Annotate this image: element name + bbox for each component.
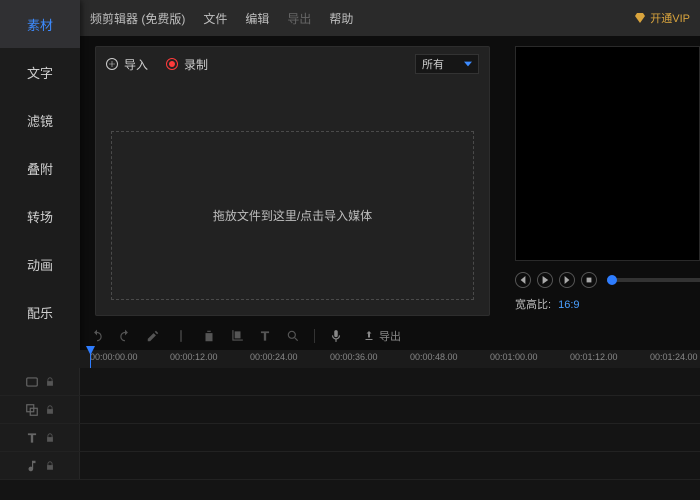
menu-export[interactable]: 导出	[287, 10, 311, 27]
record-button[interactable]: 录制	[166, 56, 208, 73]
prev-frame-button[interactable]	[515, 272, 531, 288]
sidebar-item-transition[interactable]: 转场	[0, 192, 80, 240]
sidebar-item-music[interactable]: 配乐	[0, 288, 80, 336]
scrubber-handle[interactable]	[607, 275, 617, 285]
sidebar-item-media[interactable]: 素材	[0, 0, 80, 48]
zoom-icon[interactable]	[286, 329, 300, 343]
record-label: 录制	[184, 56, 208, 73]
timeline-area	[0, 368, 700, 500]
timeline-ruler[interactable]: 00:00:00.00 00:00:12.00 00:00:24.00 00:0…	[80, 350, 700, 368]
stop-button[interactable]	[581, 272, 597, 288]
undo-icon[interactable]	[90, 329, 104, 343]
redo-icon[interactable]	[118, 329, 132, 343]
aspect-label: 宽高比:	[515, 299, 551, 311]
ruler-tick: 00:00:24.00	[250, 352, 298, 362]
aspect-value[interactable]: 16:9	[558, 299, 579, 311]
import-toolbar: 导入 录制 所有	[96, 47, 489, 81]
sidebar-item-text[interactable]: 文字	[0, 48, 80, 96]
play-button[interactable]	[537, 272, 553, 288]
audio-track[interactable]	[0, 452, 700, 480]
ruler-tick: 00:00:12.00	[170, 352, 218, 362]
top-menu-bar: 频剪辑器 (免费版) 文件 编辑 导出 帮助 开通VIP	[80, 0, 700, 36]
divider	[314, 329, 315, 343]
text-icon[interactable]	[258, 329, 272, 343]
lock-icon	[45, 377, 55, 387]
sidebar-item-overlay[interactable]: 叠附	[0, 144, 80, 192]
edit-icon[interactable]	[146, 329, 160, 343]
delete-icon[interactable]	[202, 329, 216, 343]
ruler-tick: 00:01:24.00	[650, 352, 698, 362]
import-icon	[106, 58, 118, 70]
video-track[interactable]	[0, 368, 700, 396]
video-track-head[interactable]	[0, 368, 80, 395]
app-title-suffix: 频剪辑器 (免费版)	[90, 10, 185, 27]
timeline-toolstrip: 导出	[80, 324, 700, 348]
vip-button[interactable]: 开通VIP	[634, 10, 690, 26]
audio-track-head[interactable]	[0, 452, 80, 479]
overlay-track-icon	[25, 403, 39, 417]
sidebar-label: 动画	[27, 255, 53, 274]
ruler-tick: 00:00:00.00	[90, 352, 138, 362]
ruler-tick: 00:01:12.00	[570, 352, 618, 362]
menu-file[interactable]: 文件	[203, 10, 227, 27]
media-drop-zone[interactable]: 拖放文件到这里/点击导入媒体	[111, 131, 474, 300]
mic-icon[interactable]	[329, 329, 343, 343]
drop-hint: 拖放文件到这里/点击导入媒体	[213, 207, 372, 224]
preview-scrubber[interactable]	[607, 278, 700, 282]
video-track-icon	[25, 375, 39, 389]
sidebar-label: 素材	[27, 15, 53, 34]
filter-value: 所有	[422, 56, 444, 72]
sidebar-label: 配乐	[27, 303, 53, 322]
import-label: 导入	[124, 56, 148, 73]
lock-icon	[45, 461, 55, 471]
sidebar-label: 转场	[27, 207, 53, 226]
split-icon[interactable]	[174, 329, 188, 343]
media-import-panel: 导入 录制 所有 拖放文件到这里/点击导入媒体	[95, 46, 490, 316]
overlay-track[interactable]	[0, 396, 700, 424]
crop-icon[interactable]	[230, 329, 244, 343]
sidebar-label: 文字	[27, 63, 53, 82]
sidebar-label: 叠附	[27, 159, 53, 178]
text-track-head[interactable]	[0, 424, 80, 451]
export-label: 导出	[379, 328, 401, 344]
preview-viewport	[515, 46, 700, 261]
ruler-tick: 00:00:48.00	[410, 352, 458, 362]
text-track[interactable]	[0, 424, 700, 452]
diamond-icon	[634, 12, 646, 24]
sidebar-label: 滤镜	[27, 111, 53, 130]
vip-label: 开通VIP	[650, 10, 690, 26]
overlay-track-head[interactable]	[0, 396, 80, 423]
ruler-tick: 00:01:00.00	[490, 352, 538, 362]
lock-icon	[45, 405, 55, 415]
menu-edit[interactable]: 编辑	[245, 10, 269, 27]
ruler-tick: 00:00:36.00	[330, 352, 378, 362]
sidebar: 素材 文字 滤镜 叠附 转场 动画 配乐	[0, 0, 80, 380]
sidebar-item-animation[interactable]: 动画	[0, 240, 80, 288]
timeline-export-button[interactable]: 导出	[363, 328, 401, 344]
export-icon	[363, 330, 375, 342]
chevron-down-icon	[464, 61, 472, 67]
next-frame-button[interactable]	[559, 272, 575, 288]
aspect-ratio: 宽高比: 16:9	[515, 296, 580, 312]
lock-icon	[45, 433, 55, 443]
music-track-icon	[25, 459, 39, 473]
import-button[interactable]: 导入	[106, 56, 148, 73]
sidebar-item-filter[interactable]: 滤镜	[0, 96, 80, 144]
menu-help[interactable]: 帮助	[329, 10, 353, 27]
transport-controls	[515, 268, 700, 292]
record-icon	[166, 58, 178, 70]
media-filter-select[interactable]: 所有	[415, 54, 479, 74]
text-track-icon	[25, 431, 39, 445]
